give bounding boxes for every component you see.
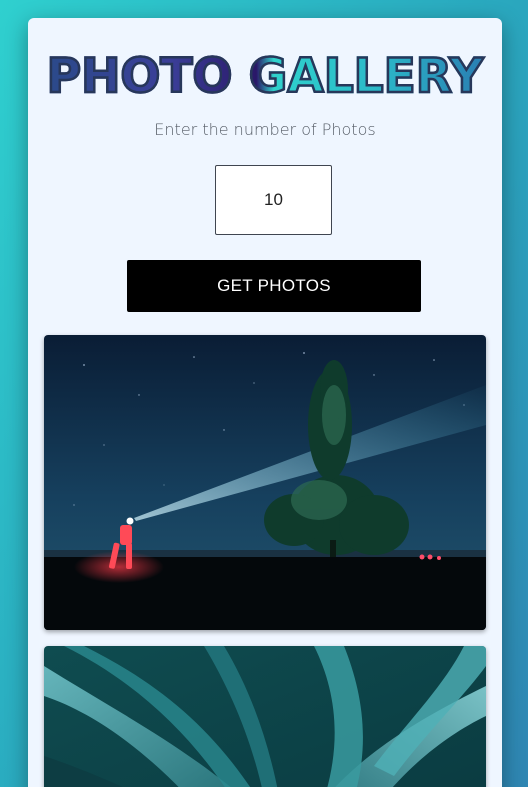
page-title: PHOTO GALLERY xyxy=(45,46,484,108)
gallery-photo[interactable] xyxy=(44,335,486,630)
get-photos-button[interactable]: GET PHOTOS xyxy=(127,260,421,312)
agave-leaves-image xyxy=(44,646,486,787)
gallery-photo[interactable] xyxy=(44,646,486,787)
count-label: Enter the number of Photos xyxy=(154,120,376,139)
page-title-wrap: PHOTO GALLERY xyxy=(28,46,502,108)
photo-count-input[interactable] xyxy=(215,165,332,235)
night-landscape-image xyxy=(44,335,486,630)
gallery-card: PHOTO GALLERY Enter the number of Photos… xyxy=(28,18,502,787)
